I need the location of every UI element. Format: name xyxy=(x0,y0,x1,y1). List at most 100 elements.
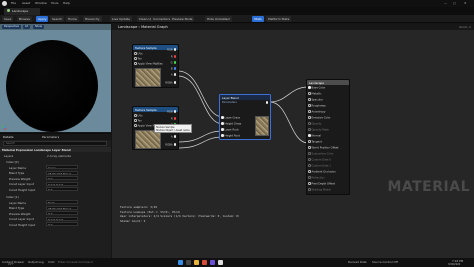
pin-shading-model[interactable]: Shading Model xyxy=(308,188,331,191)
pin-out-g[interactable]: G xyxy=(171,61,177,64)
pin-pixel-depth-offset[interactable]: Pixel Depth Offset xyxy=(308,182,335,185)
search-button[interactable]: Search xyxy=(50,16,65,22)
cmd-dropdown[interactable]: Cmd xyxy=(48,260,54,264)
hide-unrelated-button[interactable]: Hide Unrelated xyxy=(205,16,232,22)
tab-details[interactable]: Details xyxy=(3,135,13,139)
preview-weight-field[interactable]: 0.0 xyxy=(46,211,78,215)
pin-out-rgb[interactable]: RGB xyxy=(167,48,177,51)
pin-custom-data-0[interactable]: Custom Data 0 xyxy=(308,158,331,161)
pin-tex[interactable]: Tex xyxy=(134,119,142,122)
layer-name-field[interactable]: Rock xyxy=(46,200,78,204)
texture-sample-node[interactable]: Texture Sample UVs Tex Apply View MipBia… xyxy=(132,44,179,88)
blend-type-dropdown[interactable]: LB Weight Blend xyxy=(46,170,78,175)
pin-out-a[interactable]: A xyxy=(171,73,177,76)
pin-out-rgba[interactable]: RGBA xyxy=(165,143,177,146)
viewport-show-button[interactable]: Show xyxy=(33,25,44,29)
menu-window[interactable]: Window xyxy=(35,1,47,5)
pin-metallic[interactable]: Metallic xyxy=(308,92,322,95)
output-log-button[interactable]: Output Log xyxy=(28,260,44,264)
details-section-header[interactable]: Material Expression Landscape Layer Blen… xyxy=(0,146,111,152)
preview-node-button[interactable]: Preview Node xyxy=(170,16,195,22)
pin-layer-rock[interactable]: Layer Rock xyxy=(221,128,239,131)
taskbar-explorer-icon[interactable] xyxy=(194,260,199,265)
status-bar: Content Drawer Output Log Cmd Enter Cons… xyxy=(0,258,474,267)
live-update-button[interactable]: Live Update xyxy=(110,16,132,22)
pin-subsurface-color[interactable]: Subsurface Color xyxy=(308,152,334,155)
const-layer-field[interactable]: 0.0,0.0,0.0 xyxy=(46,181,78,186)
windows-start-icon[interactable] xyxy=(178,260,183,265)
menu-tools[interactable]: Tools xyxy=(51,1,58,5)
platform-stats-button[interactable]: Platform Stats xyxy=(266,16,292,22)
const-height-field[interactable]: 0.0 xyxy=(46,222,78,226)
pin-base-color[interactable]: Base Color xyxy=(308,86,325,89)
pin-refraction[interactable]: Refraction xyxy=(308,176,325,179)
pin-uvs[interactable]: UVs xyxy=(134,114,143,117)
preview-viewport[interactable]: Perspective Lit Show xyxy=(0,24,111,132)
tab-landscape[interactable]: Landscape xyxy=(4,8,40,15)
pin-out-rgba[interactable]: RGBA xyxy=(165,81,177,84)
browse-button[interactable]: Browse xyxy=(17,16,32,22)
source-control-button[interactable]: Source Control Off xyxy=(372,260,398,264)
home-button[interactable]: Home xyxy=(66,16,79,22)
pin-tangent[interactable]: Tangent xyxy=(308,140,322,143)
pin-world-position-offset[interactable]: World Position Offset xyxy=(308,146,338,149)
menu-asset[interactable]: Asset xyxy=(22,1,30,5)
blend-type-dropdown[interactable]: LB Weight Blend xyxy=(46,205,78,210)
pin-tex[interactable]: Tex xyxy=(134,57,142,60)
tab-parameters[interactable]: Parameters xyxy=(42,135,59,139)
pin-uvs[interactable]: UVs xyxy=(134,52,143,55)
pin-out-r[interactable]: R xyxy=(171,55,177,58)
layer-blend-node[interactable]: Layer Blend Parameters Layer Grass Heigh… xyxy=(219,94,271,140)
pin-height-grass[interactable]: Height Grass xyxy=(221,122,241,125)
texture-sample-node[interactable]: Texture Sample UVs Tex Apply View MipBia… xyxy=(132,106,192,150)
maximize-icon[interactable]: □ xyxy=(453,1,456,5)
layer-index-row[interactable]: Index [1] xyxy=(0,194,111,199)
pin-out-b[interactable]: B xyxy=(171,67,177,70)
const-layer-field[interactable]: 0.0,0.0,0.0 xyxy=(46,216,78,221)
pin-out-rgb[interactable]: RGB xyxy=(167,110,177,113)
pin-label: Opacity Mask xyxy=(311,128,329,132)
pin-opacity[interactable]: Opacity xyxy=(308,122,321,125)
pin-emissive-color[interactable]: Emissive Color xyxy=(308,116,331,119)
pin-out-r[interactable]: R xyxy=(171,117,177,120)
pin-roughness[interactable]: Roughness xyxy=(308,104,326,107)
layer-name-field[interactable]: Grass xyxy=(46,165,78,169)
taskbar-app-icon[interactable] xyxy=(210,260,215,265)
minimize-icon[interactable]: — xyxy=(444,1,447,5)
pin-anisotropy[interactable]: Anisotropy xyxy=(308,110,325,113)
close-icon[interactable]: ✕ xyxy=(464,1,467,5)
pin-custom-data-1[interactable]: Custom Data 1 xyxy=(308,164,331,167)
layers-row[interactable]: Layers 2 Array elements xyxy=(0,153,111,159)
menu-help[interactable]: Help xyxy=(63,1,70,5)
pin-height-rock[interactable]: Height Rock xyxy=(221,134,240,137)
preview-weight-field[interactable]: 0.0 xyxy=(46,176,78,180)
pin-ambient-occlusion[interactable]: Ambient Occlusion xyxy=(308,170,336,173)
unreal-logo-icon[interactable] xyxy=(2,0,7,6)
layer-index-row[interactable]: Index [0] xyxy=(0,159,111,164)
pin-layer-grass[interactable]: Layer Grass xyxy=(221,116,240,119)
derived-data-button[interactable]: Derived Data xyxy=(348,260,367,264)
pin-specular[interactable]: Specular xyxy=(308,98,323,101)
taskbar-browser-icon[interactable] xyxy=(202,260,207,265)
material-result-node[interactable]: Landscape Base Color Metallic Specular R… xyxy=(306,79,350,195)
pin-out-result[interactable] xyxy=(265,101,270,104)
hierarchy-button[interactable]: Hierarchy xyxy=(83,16,102,22)
const-height-field[interactable]: 0.0 xyxy=(46,187,78,191)
connectors-button[interactable]: Connectors xyxy=(151,16,173,22)
menu-file[interactable]: File xyxy=(11,1,16,5)
save-button[interactable]: Save xyxy=(2,16,14,22)
pin-label: RGBA xyxy=(165,81,173,85)
pin-dot-icon xyxy=(134,119,137,122)
details-search-input[interactable]: Search xyxy=(3,141,107,146)
viewport-lit-button[interactable]: Lit xyxy=(23,25,31,29)
taskbar-search-icon[interactable] xyxy=(186,260,191,265)
viewport-mode-button[interactable]: Perspective xyxy=(2,25,22,29)
console-input[interactable]: Enter Console Command xyxy=(58,260,93,264)
pin-normal[interactable]: Normal xyxy=(308,134,321,137)
apply-button[interactable]: Apply xyxy=(36,16,49,22)
pin-out-a[interactable]: A xyxy=(171,135,177,138)
pin-opacity-mask[interactable]: Opacity Mask xyxy=(308,128,329,131)
pin-apply-view-mipbias[interactable]: Apply View MipBias xyxy=(134,62,163,65)
stats-button[interactable]: Stats xyxy=(252,16,264,22)
taskbar-unreal-icon[interactable] xyxy=(218,260,223,265)
